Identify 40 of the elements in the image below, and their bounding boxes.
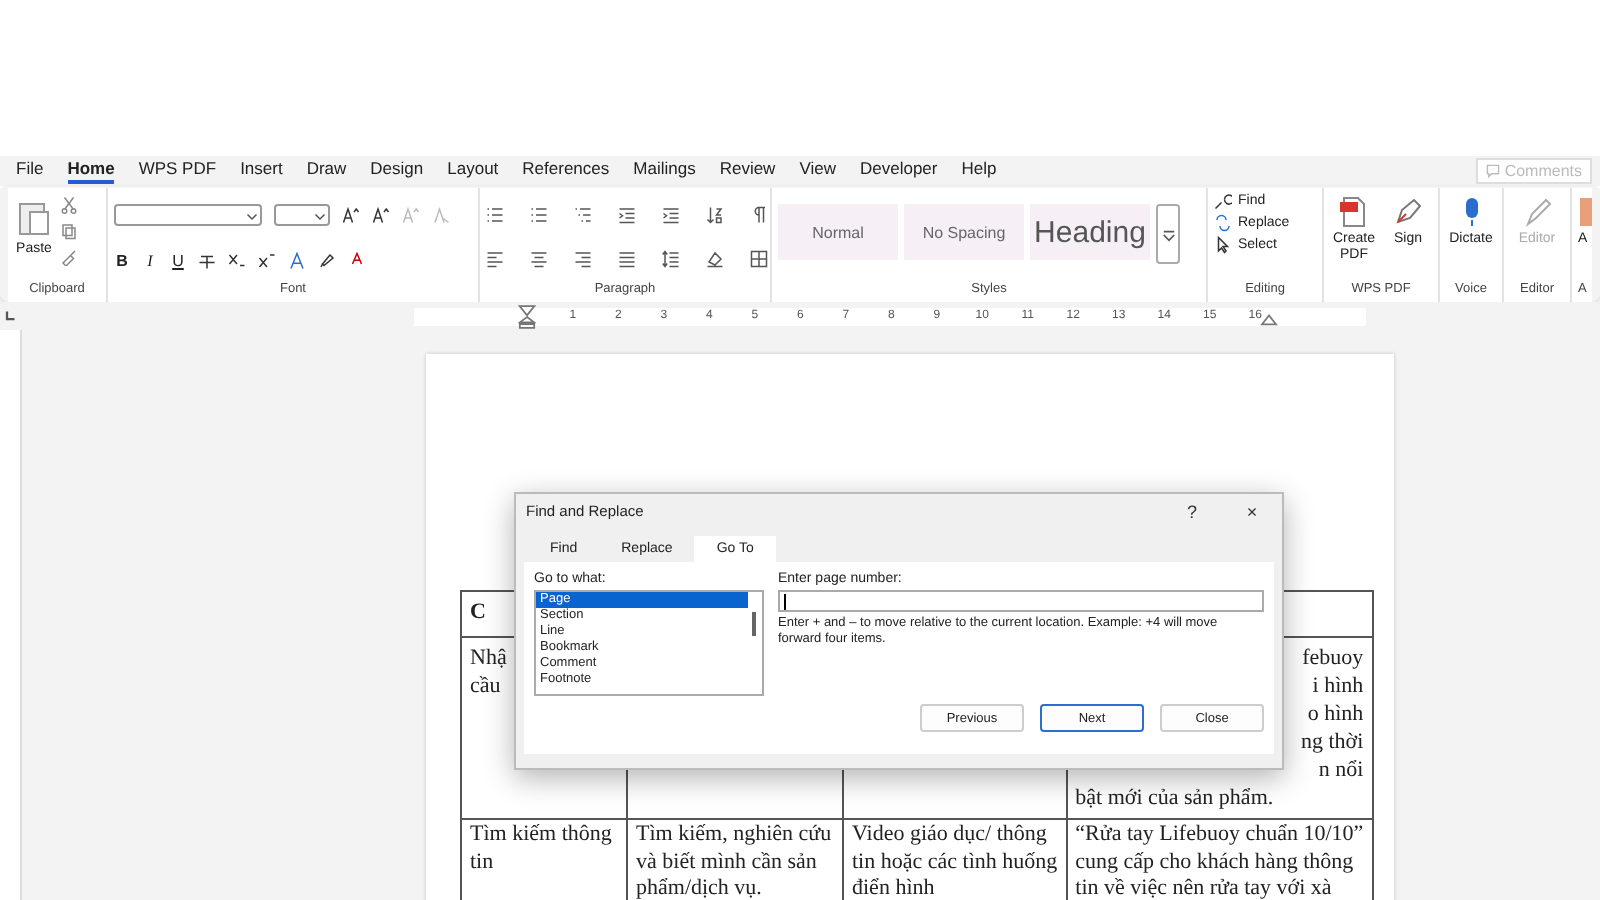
- table-cell-text: bật mới của sản phẩm.: [1075, 784, 1274, 812]
- style-gallery-item[interactable]: Heading: [1030, 204, 1150, 260]
- help-button[interactable]: ?: [1162, 499, 1222, 523]
- table-cell-text: tin: [470, 849, 494, 876]
- table-cell-text: febuoy: [1302, 644, 1364, 672]
- style-gallery-item[interactable]: No Spacing: [904, 204, 1024, 260]
- table-cell-text: tin về việc nên rửa tay với xà: [1075, 876, 1332, 900]
- bold-button[interactable]: B: [114, 251, 130, 270]
- table-cell-text: Nhậ: [470, 644, 507, 672]
- table-cell-text: o hình: [1307, 700, 1364, 728]
- table-cell-text: i hình: [1312, 672, 1364, 700]
- table-cell-text: n nổi: [1318, 756, 1364, 784]
- ribbon-tab[interactable]: Mailings: [633, 158, 696, 184]
- ribbon-tab[interactable]: Review: [719, 158, 776, 184]
- close-button[interactable]: ×: [1222, 499, 1282, 523]
- table-cell-text: ng thời: [1300, 728, 1364, 756]
- table-cell-text: cầu: [470, 672, 501, 700]
- ribbon-tab[interactable]: References: [522, 158, 610, 184]
- table-cell-text: C: [470, 598, 486, 626]
- ribbon-tab[interactable]: Layout: [447, 158, 499, 184]
- table-cell-text: điển hình: [852, 876, 935, 900]
- underline-button[interactable]: U: [170, 251, 186, 270]
- table-cell-text: “Rửa tay Lifebuoy chuẩn 10/10”: [1075, 822, 1364, 849]
- table-cell-text: Video giáo dục/ thông: [852, 822, 1047, 849]
- table-cell-text: Tìm kiếm, nghiên cứu: [636, 822, 832, 849]
- style-gallery-item[interactable]: Normal: [778, 204, 898, 260]
- table-cell-text: Tìm kiếm thông: [470, 822, 612, 849]
- table-cell-text: và biết mình cần sản: [636, 849, 817, 876]
- ribbon-tab[interactable]: Developer: [859, 158, 938, 184]
- ribbon-tab[interactable]: View: [799, 158, 836, 184]
- table-cell-text: phẩm/dịch vụ.: [636, 876, 762, 900]
- ribbon-tab[interactable]: Design: [370, 158, 424, 184]
- table-cell-text: cung cấp cho khách hàng thông: [1075, 849, 1354, 876]
- ribbon-tab[interactable]: Help: [961, 158, 997, 184]
- ribbon-tab[interactable]: File: [16, 158, 44, 184]
- ribbon-tab[interactable]: Insert: [240, 158, 283, 184]
- ribbon-tab[interactable]: WPS PDF: [138, 158, 217, 184]
- table-cell-text: tin hoặc các tình huống: [852, 849, 1058, 876]
- ribbon-tab[interactable]: Draw: [306, 158, 347, 184]
- italic-button[interactable]: I: [142, 251, 158, 270]
